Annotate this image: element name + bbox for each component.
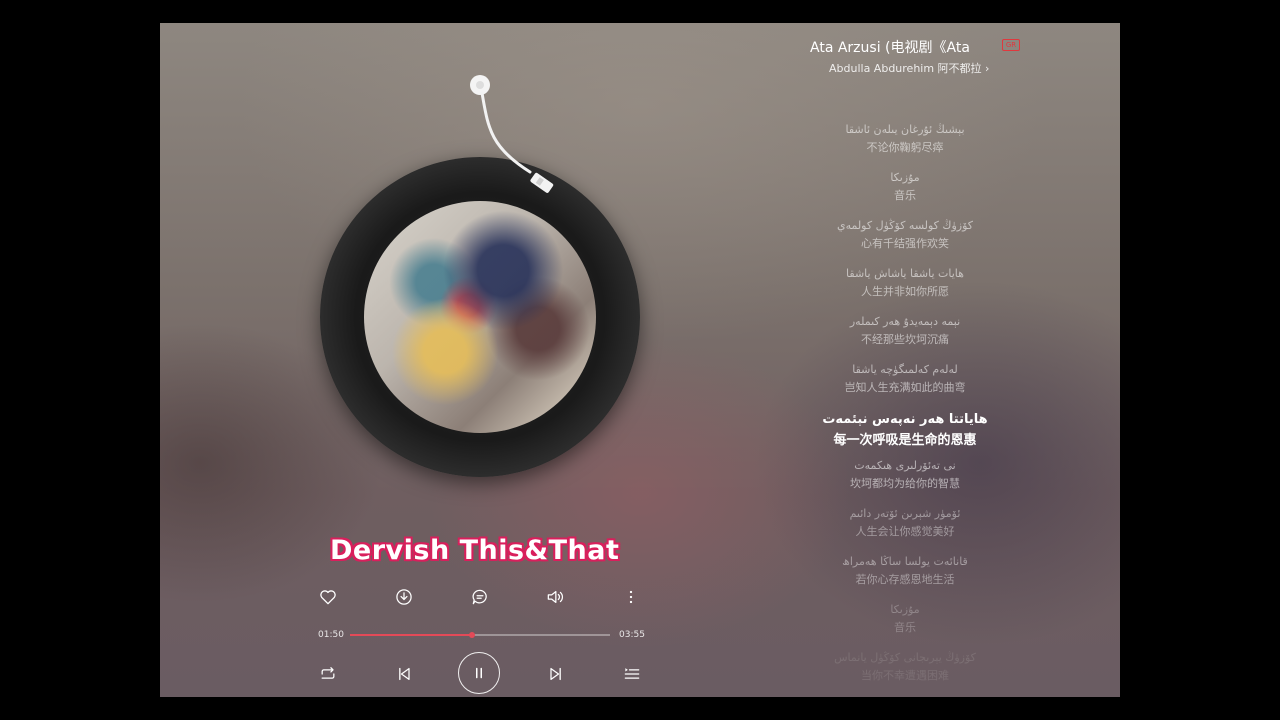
lyric-line[interactable]: كۆزۈڭ كولسە كۆڭۈل كولمەي 心有千结强作欢笑 bbox=[790, 217, 1020, 265]
album-cover bbox=[364, 201, 596, 433]
song-title[interactable]: Ata Arzusi (电视剧《Ata bbox=[810, 37, 1020, 57]
sound-effect-icon bbox=[547, 590, 563, 604]
playlist-button[interactable] bbox=[620, 662, 644, 686]
download-icon bbox=[396, 589, 412, 605]
comment-icon bbox=[472, 589, 487, 605]
more-button[interactable] bbox=[619, 585, 643, 609]
progress-bar[interactable] bbox=[350, 632, 610, 638]
lyric-line[interactable]: نېمە دېمەيدۇ ھەر كىملەر 不经那些坎坷沉痛 bbox=[790, 313, 1020, 361]
download-button[interactable] bbox=[392, 585, 416, 609]
like-button[interactable] bbox=[316, 585, 340, 609]
elapsed-time: 01:50 bbox=[318, 630, 344, 640]
next-icon bbox=[550, 667, 561, 681]
channel-watermark: Dervish This&That bbox=[330, 535, 620, 566]
playlist-icon bbox=[624, 668, 640, 679]
lyric-line[interactable]: بېشىڭ ئۇرغان يىلەن ئاشقا 不论你鞠躬尽瘁 bbox=[790, 121, 1020, 169]
repeat-icon bbox=[321, 667, 335, 679]
lyric-line[interactable]: ئۆمۈر شېرىن ئۆتەر دائىم 人生会让你感觉美好 bbox=[790, 505, 1020, 553]
previous-icon bbox=[399, 667, 410, 681]
tonearm bbox=[470, 75, 554, 193]
lyric-line[interactable]: مۇزىكا 音乐 bbox=[790, 601, 1020, 649]
more-icon bbox=[629, 590, 633, 604]
lyric-line[interactable]: لەلەم كەلمىگۈچە ياشقا 岂知人生充满如此的曲弯 bbox=[790, 361, 1020, 409]
lyric-line[interactable]: نى تەئۆرلىرى ھىكمەت 坎坷都均为给你的智慧 bbox=[790, 457, 1020, 505]
lyric-line[interactable]: ھايات ياشقا ياشاش ياشقا 人生并非如你所愿 bbox=[790, 265, 1020, 313]
lyric-line[interactable]: مۇزىكا 音乐 bbox=[790, 169, 1020, 217]
repeat-button[interactable] bbox=[316, 662, 340, 686]
previous-button[interactable] bbox=[392, 662, 416, 686]
lyrics-panel[interactable]: بېشىڭ ئۇرغان يىلەن ئاشقا 不论你鞠躬尽瘁 مۇزىكا 音乐… bbox=[790, 121, 1020, 697]
sound-effect-button[interactable] bbox=[543, 585, 567, 609]
lyric-line[interactable]: قانائەت يولسا ساڭا ھەمراھ 若你心存感恩地生活 bbox=[790, 553, 1020, 601]
next-button[interactable] bbox=[544, 662, 568, 686]
comment-button[interactable] bbox=[468, 585, 492, 609]
progress-handle[interactable] bbox=[469, 632, 476, 638]
music-player-screen: Ata Arzusi (电视剧《Ata GR Abdulla Abdurehim… bbox=[160, 23, 1120, 697]
quality-badge: GR bbox=[1002, 39, 1020, 51]
pause-icon bbox=[476, 667, 482, 679]
artist-link[interactable]: Abdulla Abdurehim 阿不都拉 › bbox=[829, 60, 989, 76]
lyric-line-current[interactable]: ھاياتتا ھەر نەپەس نېئمەت 每一次呼吸是生命的恩惠 bbox=[790, 409, 1020, 457]
total-time: 03:55 bbox=[619, 630, 645, 640]
lyric-line[interactable]: كۆزۈڭ يېرىجانى كۆڭۈل يانماس 当你不幸遭遇困难 bbox=[790, 649, 1020, 697]
progress-fill bbox=[350, 634, 473, 636]
pause-button[interactable] bbox=[458, 652, 500, 694]
heart-icon bbox=[320, 590, 336, 605]
